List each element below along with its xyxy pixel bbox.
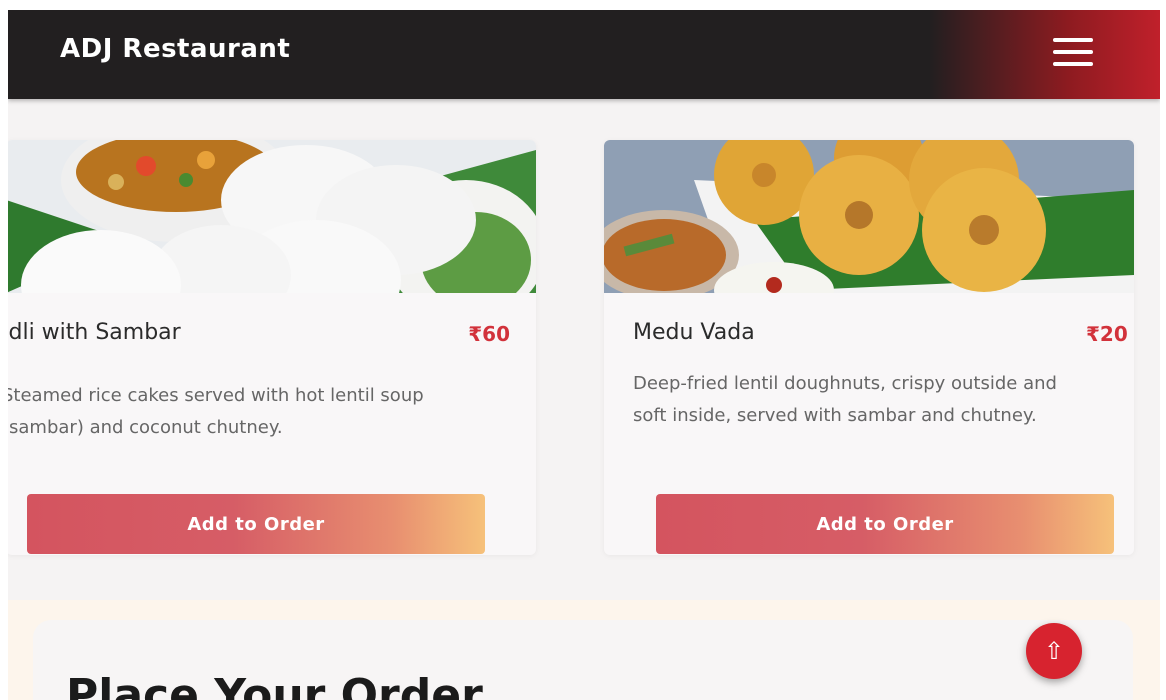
medu-vada-photo (604, 140, 1134, 293)
menu-item-price: ₹20 (1086, 322, 1128, 346)
add-to-order-button[interactable]: Add to Order (27, 494, 485, 554)
order-section-title: Place Your Order (66, 670, 483, 700)
menu-bar-top (1053, 38, 1093, 42)
hamburger-menu-icon[interactable] (1053, 36, 1093, 68)
brand-logo-text[interactable]: ADJ Restaurant (60, 34, 290, 64)
site-header: ADJ Restaurant (8, 10, 1160, 99)
menu-card-idli: Idli with Sambar ₹60 Steamed rice cakes … (8, 140, 536, 555)
menu-item-price: ₹60 (468, 322, 510, 346)
page-viewport: ADJ Restaurant Idli with Sambar ₹60 Stea… (8, 10, 1160, 700)
up-arrow-icon[interactable]: ⇧ (1026, 623, 1082, 679)
menu-item-description: Deep-fried lentil doughnuts, crispy outs… (633, 373, 1057, 426)
menu-item-name: Idli with Sambar (8, 320, 181, 345)
menu-item-description: Steamed rice cakes served with hot lenti… (8, 385, 424, 438)
menu-card-medu-vada: Medu Vada ₹20 Deep-fried lentil doughnut… (604, 140, 1134, 555)
order-form-section: Place Your Order (33, 620, 1133, 700)
menu-bar-bottom (1053, 62, 1093, 66)
menu-item-name: Medu Vada (633, 320, 755, 345)
idli-with-sambar-photo (8, 140, 536, 293)
menu-bar-middle (1053, 50, 1093, 54)
add-to-order-button[interactable]: Add to Order (656, 494, 1114, 554)
